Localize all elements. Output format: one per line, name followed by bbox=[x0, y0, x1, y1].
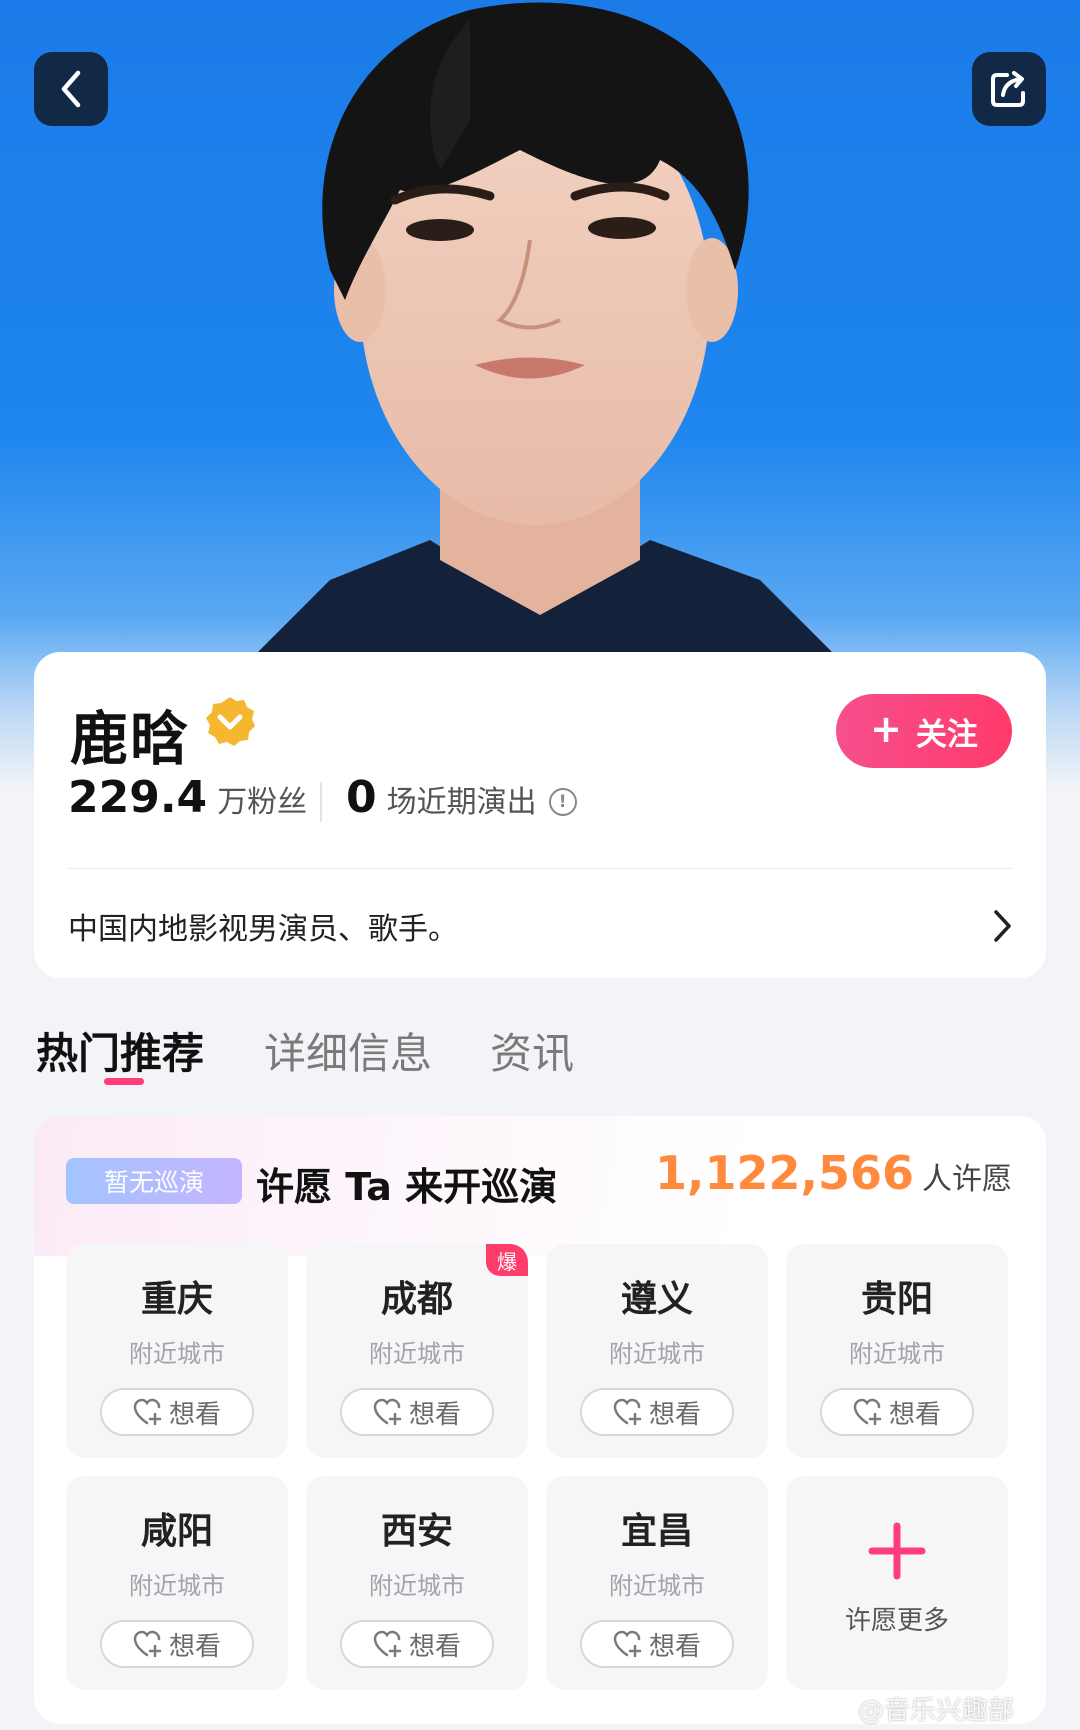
city-tile[interactable]: 西安 附近城市 想看 bbox=[306, 1476, 528, 1690]
heart-plus-icon bbox=[373, 1398, 402, 1426]
heart-plus-icon bbox=[853, 1398, 882, 1426]
info-icon[interactable]: ! bbox=[548, 787, 577, 816]
fans-count: 229.4 bbox=[68, 772, 208, 823]
share-button[interactable] bbox=[972, 52, 1046, 126]
chevron-right-icon[interactable] bbox=[990, 906, 1016, 946]
heart-plus-icon bbox=[133, 1398, 162, 1426]
city-subtitle: 附近城市 bbox=[129, 1340, 225, 1368]
tour-wish-card: 暂无巡演 许愿 Ta 来开巡演 1,122,566 人许愿 重庆 附近城市 想看… bbox=[34, 1116, 1046, 1724]
shows-stat: 0 场近期演出 ! bbox=[346, 772, 577, 823]
artist-photo bbox=[250, 2, 840, 660]
city-name: 宜昌 bbox=[620, 1511, 693, 1552]
city-subtitle: 附近城市 bbox=[849, 1340, 945, 1368]
want-to-see-button[interactable]: 想看 bbox=[340, 1620, 494, 1668]
back-button[interactable] bbox=[34, 52, 108, 126]
shows-label: 场近期演出 bbox=[386, 785, 537, 820]
tab-hot-recommend[interactable]: 热门推荐 bbox=[36, 1020, 204, 1081]
want-to-see-button[interactable]: 想看 bbox=[580, 1620, 734, 1668]
city-tile[interactable]: 宜昌 附近城市 想看 bbox=[546, 1476, 768, 1690]
shows-count: 0 bbox=[346, 772, 377, 823]
city-name: 重庆 bbox=[140, 1279, 213, 1320]
want-label: 想看 bbox=[168, 1631, 221, 1662]
city-subtitle: 附近城市 bbox=[609, 1340, 705, 1368]
wish-title: 许愿 Ta 来开巡演 bbox=[256, 1165, 558, 1209]
want-label: 想看 bbox=[648, 1399, 701, 1430]
city-subtitle: 附近城市 bbox=[369, 1340, 465, 1368]
tab-news[interactable]: 资讯 bbox=[490, 1020, 574, 1081]
heart-plus-icon bbox=[613, 1398, 642, 1426]
want-label: 想看 bbox=[648, 1631, 701, 1662]
wish-count: 1,122,566 bbox=[655, 1146, 914, 1200]
city-tile[interactable]: 爆 成都 附近城市 想看 bbox=[306, 1244, 528, 1458]
fans-stat: 229.4 万粉丝 bbox=[68, 772, 307, 836]
heart-plus-icon bbox=[373, 1630, 402, 1658]
share-icon bbox=[991, 71, 1025, 107]
city-tile[interactable]: 咸阳 附近城市 想看 bbox=[66, 1476, 288, 1690]
chevron-left-icon bbox=[61, 70, 81, 108]
fans-label: 万粉丝 bbox=[217, 785, 308, 820]
wish-more-label: 许愿更多 bbox=[844, 1606, 949, 1636]
city-name: 成都 bbox=[380, 1279, 453, 1320]
city-subtitle: 附近城市 bbox=[369, 1572, 465, 1600]
divider bbox=[68, 868, 1012, 869]
city-name: 贵阳 bbox=[860, 1279, 933, 1320]
want-to-see-button[interactable]: 想看 bbox=[580, 1388, 734, 1436]
stat-divider bbox=[320, 782, 322, 822]
follow-button[interactable]: + 关注 bbox=[836, 694, 1012, 768]
watermark: @音乐兴趣部 bbox=[858, 1696, 1015, 1726]
heart-plus-icon bbox=[613, 1630, 642, 1658]
wish-count-stat: 1,122,566 人许愿 bbox=[655, 1146, 1012, 1200]
artist-profile-card: 鹿晗 + 关注 229.4 万粉丝 0 场近期演出 ! 中国内地影视男演员、歌手… bbox=[34, 652, 1046, 978]
city-tile[interactable]: 重庆 附近城市 想看 bbox=[66, 1244, 288, 1458]
wish-count-label: 人许愿 bbox=[922, 1162, 1012, 1197]
want-to-see-button[interactable]: 想看 bbox=[100, 1620, 254, 1668]
active-tab-indicator bbox=[104, 1078, 144, 1085]
plus-icon: + bbox=[870, 707, 902, 751]
city-name: 咸阳 bbox=[140, 1511, 213, 1552]
city-tile[interactable]: 遵义 附近城市 想看 bbox=[546, 1244, 768, 1458]
want-label: 想看 bbox=[888, 1399, 941, 1430]
want-to-see-button[interactable]: 想看 bbox=[100, 1388, 254, 1436]
want-label: 想看 bbox=[408, 1399, 461, 1430]
city-subtitle: 附近城市 bbox=[129, 1572, 225, 1600]
artist-name: 鹿晗 bbox=[70, 705, 191, 773]
follow-label: 关注 bbox=[915, 716, 978, 753]
plus-icon bbox=[868, 1522, 926, 1580]
heart-plus-icon bbox=[133, 1630, 162, 1658]
city-subtitle: 附近城市 bbox=[609, 1572, 705, 1600]
wish-more-tile[interactable]: 许愿更多 bbox=[786, 1476, 1008, 1690]
tab-details[interactable]: 详细信息 bbox=[264, 1020, 432, 1081]
want-to-see-button[interactable]: 想看 bbox=[340, 1388, 494, 1436]
city-tile[interactable]: 贵阳 附近城市 想看 bbox=[786, 1244, 1008, 1458]
want-to-see-button[interactable]: 想看 bbox=[820, 1388, 974, 1436]
verified-badge-icon bbox=[206, 697, 255, 746]
city-name: 遵义 bbox=[620, 1279, 693, 1320]
want-label: 想看 bbox=[408, 1631, 461, 1662]
want-label: 想看 bbox=[168, 1399, 221, 1430]
artist-bio[interactable]: 中国内地影视男演员、歌手。 bbox=[68, 904, 458, 948]
city-name: 西安 bbox=[380, 1511, 453, 1552]
no-tour-badge: 暂无巡演 bbox=[66, 1158, 242, 1204]
